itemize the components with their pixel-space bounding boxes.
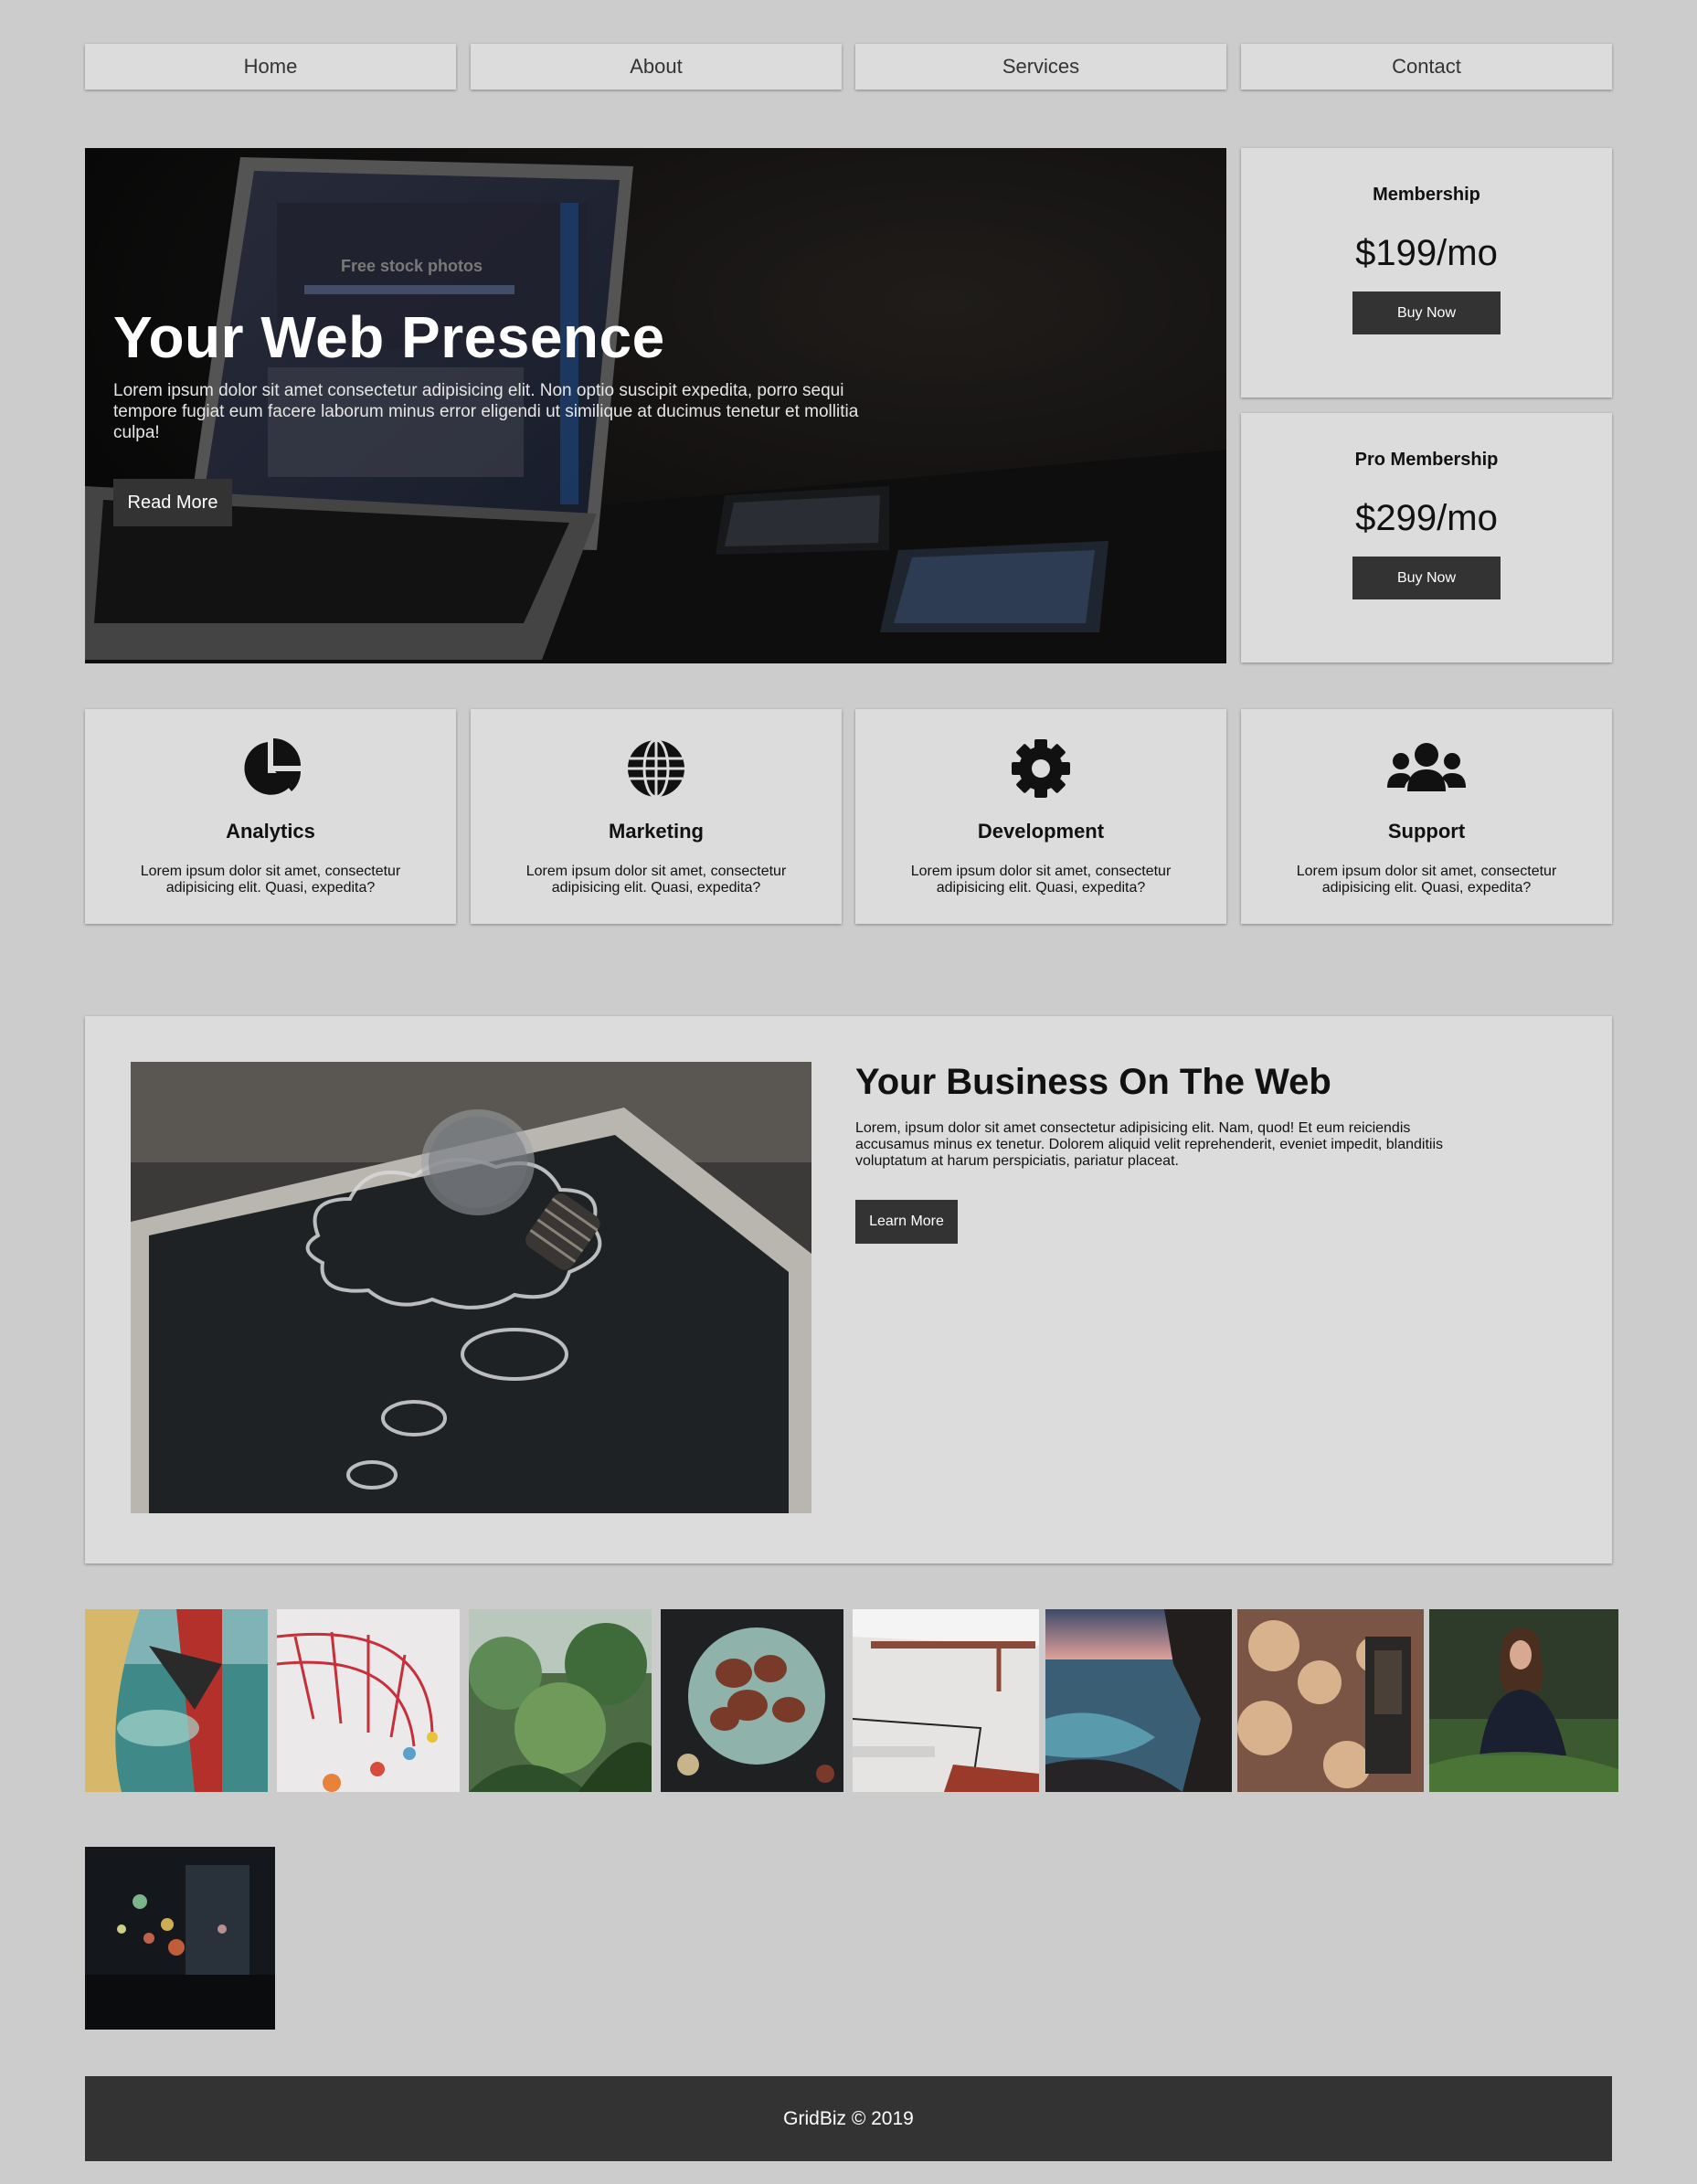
service-card-marketing: Marketing Lorem ipsum dolor sit amet, co… — [471, 709, 842, 924]
service-title: Development — [977, 820, 1105, 843]
hero-text: Lorem ipsum dolor sit amet consectetur a… — [113, 381, 859, 442]
gallery-image-bokeh-lights[interactable] — [1237, 1609, 1424, 1792]
hero-title: Your Web Presence — [113, 304, 665, 370]
gallery-image-minimal-interior[interactable] — [853, 1609, 1039, 1792]
hero-section: Free stock photos Your Web Presence Lore… — [85, 148, 1226, 663]
gallery-image-sea-rocks[interactable] — [1045, 1609, 1232, 1792]
users-icon — [1387, 743, 1466, 791]
business-section: Your Business On The Web Lorem, ipsum do… — [85, 1016, 1612, 1564]
nav-label: Home — [243, 55, 298, 78]
service-text: Lorem ipsum dolor sit amet, consectetur … — [1296, 864, 1557, 896]
pie-chart-icon — [244, 738, 301, 795]
business-title: Your Business On The Web — [855, 1062, 1331, 1102]
plan-name: Pro Membership — [1354, 450, 1499, 470]
service-card-development: Development Lorem ipsum dolor sit amet, … — [855, 709, 1226, 924]
service-text: Lorem ipsum dolor sit amet, consectetur … — [525, 864, 787, 896]
read-more-button[interactable]: Read More — [113, 479, 232, 526]
service-title: Support — [1387, 820, 1466, 843]
plan-price: $299/mo — [1355, 498, 1498, 538]
service-text: Lorem ipsum dolor sit amet, consectetur … — [140, 864, 401, 896]
nav-label: About — [630, 55, 683, 78]
pricing-card-pro-membership: Pro Membership $299/mo Buy Now — [1241, 413, 1612, 663]
service-title: Marketing — [609, 820, 704, 843]
gallery-image-street-rain[interactable] — [85, 1847, 275, 2030]
service-title: Analytics — [226, 820, 315, 843]
plan-name: Membership — [1373, 185, 1480, 205]
nav-label: Services — [1002, 55, 1080, 78]
nav-item-contact[interactable]: Contact — [1241, 44, 1612, 90]
nav-label: Contact — [1392, 55, 1461, 78]
service-text: Lorem ipsum dolor sit amet, consectetur … — [910, 864, 1172, 896]
gallery-image-figs[interactable] — [661, 1609, 843, 1792]
learn-more-button[interactable]: Learn More — [855, 1200, 958, 1244]
nav-item-services[interactable]: Services — [855, 44, 1226, 90]
business-text: Lorem, ipsum dolor sit amet consectetur … — [855, 1120, 1443, 1169]
pricing-card-membership: Membership $199/mo Buy Now — [1241, 148, 1612, 398]
footer: GridBiz © 2019 — [85, 2076, 1612, 2161]
globe-icon — [628, 738, 684, 799]
service-card-analytics: Analytics Lorem ipsum dolor sit amet, co… — [85, 709, 456, 924]
nav-item-about[interactable]: About — [471, 44, 842, 90]
gear-icon — [1012, 739, 1070, 798]
gallery-image-woman-forest[interactable] — [1429, 1609, 1618, 1792]
lightbulb-chalkboard-image — [131, 1062, 811, 1513]
buy-now-button[interactable]: Buy Now — [1352, 557, 1501, 599]
service-card-support: Support Lorem ipsum dolor sit amet, cons… — [1241, 709, 1612, 924]
plan-price: $199/mo — [1355, 233, 1498, 273]
gallery-image-ferris-wheel[interactable] — [277, 1609, 460, 1792]
gallery-image-plane-window[interactable] — [85, 1609, 268, 1792]
gallery-image-plants[interactable] — [469, 1609, 652, 1792]
footer-text: GridBiz © 2019 — [783, 2107, 914, 2129]
buy-now-button[interactable]: Buy Now — [1352, 292, 1501, 334]
nav-item-home[interactable]: Home — [85, 44, 456, 90]
